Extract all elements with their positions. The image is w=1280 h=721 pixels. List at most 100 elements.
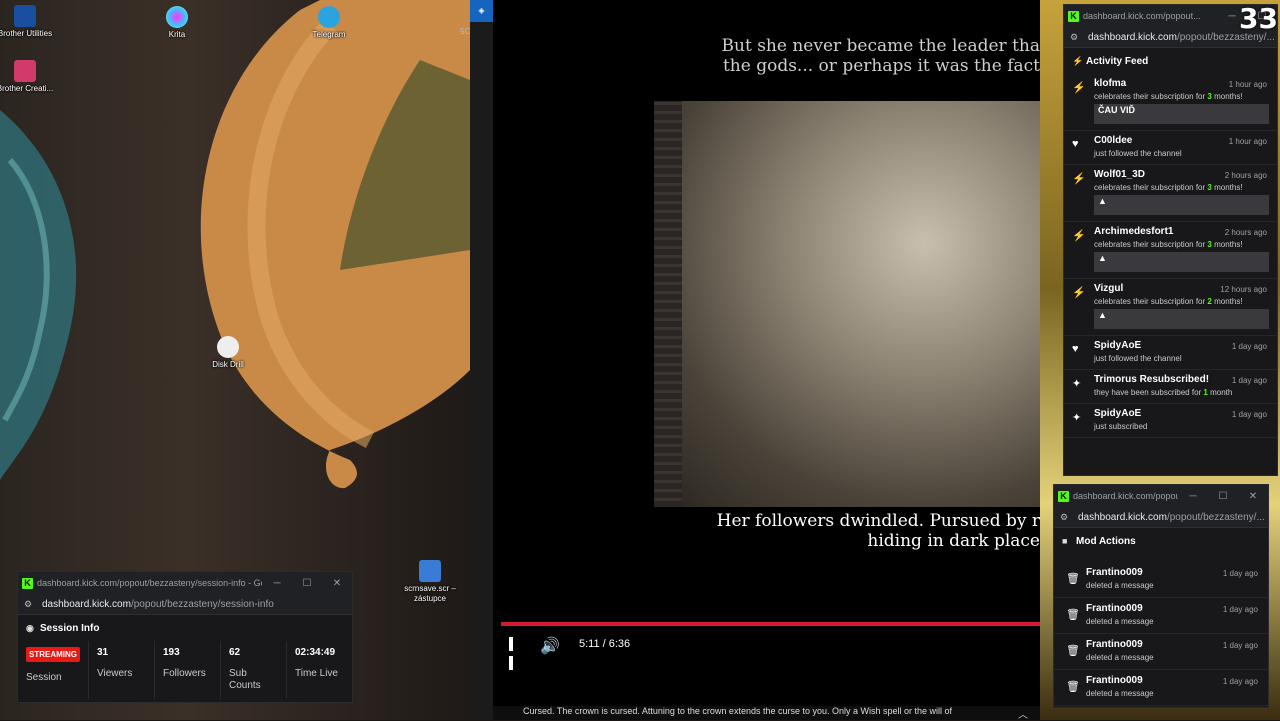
stat-value: 193 [163, 647, 180, 658]
site-settings-icon[interactable]: ⚙ [24, 599, 36, 610]
activity-description: they have been subscribed for 1 month [1094, 388, 1233, 397]
minimize-button[interactable]: ─ [262, 578, 292, 589]
telegram-icon [318, 6, 340, 28]
window-titlebar[interactable]: K dashboard.kick.com/popout... ─ ☐ ✕ [1054, 485, 1268, 507]
mod-action-item: 🗑 Frantino009 1 day ago deleted a message [1054, 670, 1268, 706]
sparkle-icon: ✦ [1072, 412, 1082, 424]
window-title: dashboard.kick.com/popout... [1073, 491, 1178, 501]
desktop-icon-label: Brother Creati... [0, 84, 54, 93]
heart-icon: ♥ [1072, 343, 1079, 355]
desktop-icon-label: Brother Utilities [0, 29, 53, 38]
activity-time: 2 hours ago [1224, 228, 1267, 237]
subscription-icon: ⚡ [1072, 173, 1086, 185]
window-titlebar[interactable]: K dashboard.kick.com/popout/bezzasteny/s… [18, 572, 352, 594]
counter-badge: 33 [1239, 2, 1278, 35]
stat-session: STREAMING Session [18, 641, 89, 699]
activity-description: just subscribed [1094, 422, 1148, 431]
brother-creative-icon [14, 60, 36, 82]
subtitle-line: But she never became the leader tha [721, 36, 1040, 56]
activity-description: celebrates their subscription for 3 mont… [1094, 240, 1243, 249]
panel-title: Mod Actions [1076, 535, 1136, 547]
kick-logo-icon: K [1058, 490, 1069, 502]
close-button[interactable]: ✕ [322, 578, 352, 589]
mod-time: 1 day ago [1222, 641, 1258, 650]
mod-action-item: 🗑 Frantino009 1 day ago deleted a message [1054, 562, 1268, 598]
kick-logo-icon: K [1068, 10, 1079, 22]
stat-label: Session [26, 672, 62, 683]
window-title: dashboard.kick.com/popout/bezzasteny/ses… [37, 578, 262, 588]
stat-value: 62 [229, 647, 241, 658]
url-bar[interactable]: ⚙ dashboard.kick.com/popout/bezzasteny/.… [1054, 507, 1268, 528]
activity-description: just followed the channel [1094, 149, 1182, 158]
maximize-button[interactable]: ☐ [1208, 491, 1238, 502]
activity-time: 12 hours ago [1220, 285, 1267, 294]
stat-label: Followers [163, 668, 206, 679]
activity-item: ✦ Trimorus Resubscribed! 1 day ago they hav… [1064, 370, 1277, 404]
activity-time: 1 day ago [1231, 376, 1267, 385]
stat-viewers: 31 Viewers [89, 641, 155, 699]
mod-time: 1 day ago [1222, 605, 1258, 614]
vscode-tab-icon[interactable]: ◈ [470, 0, 493, 22]
subscription-icon: ⚡ [1072, 287, 1086, 299]
site-settings-icon[interactable]: ⚙ [1060, 512, 1072, 523]
stat-value: 31 [97, 647, 109, 658]
activity-count: 2 [1207, 297, 1212, 306]
mod-actions-list: 🗑 Frantino009 1 day ago deleted a message 🗑 F… [1054, 562, 1268, 706]
subtitle-line: hiding in dark place [867, 531, 1040, 551]
close-button[interactable]: ✕ [1238, 491, 1268, 502]
progress-bar[interactable] [501, 622, 1040, 626]
activity-item: ⚡ klofma 1 hour ago celebrates their subscr… [1064, 74, 1277, 131]
activity-time: 1 day ago [1231, 342, 1267, 351]
mod-description: deleted a message [1086, 653, 1154, 662]
brother-utilities-shortcut[interactable]: Brother Utilities [0, 5, 55, 39]
page-text: Cursed. The crown is cursed. Attuning to… [523, 706, 953, 716]
activity-description: celebrates their subscription for 3 mont… [1094, 183, 1243, 192]
volume-icon[interactable]: 🔊 [540, 636, 560, 655]
desktop-icon-label: Telegram [312, 30, 346, 39]
mod-action-item: 🗑 Frantino009 1 day ago deleted a message [1054, 634, 1268, 670]
pause-button[interactable] [509, 637, 523, 670]
frame-border [654, 101, 682, 507]
activity-item: ✦ SpidyAoE 1 day ago just subscribed [1064, 404, 1277, 438]
video-frame [654, 101, 1040, 507]
krita-shortcut[interactable]: Krita [147, 6, 207, 40]
mod-time: 1 day ago [1222, 569, 1258, 578]
brother-creative-shortcut[interactable]: Brother Creati... [0, 60, 55, 94]
maximize-button[interactable]: ☐ [292, 578, 322, 589]
url-bar[interactable]: ⚙ dashboard.kick.com/popout/bezzasteny/s… [18, 594, 352, 615]
mod-description: deleted a message [1086, 689, 1154, 698]
mod-description: deleted a message [1086, 617, 1154, 626]
broadcast-icon: ◉ [26, 622, 34, 633]
disk-drill-icon [217, 336, 239, 358]
desktop-icon-label: scrnsave.scr – zástupce [404, 584, 456, 603]
activity-item: ♥ SpidyAoE 1 day ago just followed the chan… [1064, 336, 1277, 370]
chevron-up-icon[interactable]: ︿ [1018, 706, 1028, 721]
stat-label: Sub Counts [229, 668, 261, 691]
telegram-shortcut[interactable]: Telegram [299, 6, 359, 40]
panel-header: ◉ Session Info [18, 615, 352, 641]
site-settings-icon[interactable]: ⚙ [1070, 32, 1082, 43]
activity-time: 1 hour ago [1228, 80, 1267, 89]
mod-actions-window[interactable]: K dashboard.kick.com/popout... ─ ☐ ✕ ⚙ d… [1053, 484, 1269, 708]
mod-action-item: 🗑 Frantino009 1 day ago deleted a message [1054, 598, 1268, 634]
mod-description: deleted a message [1086, 581, 1154, 590]
session-info-window[interactable]: K dashboard.kick.com/popout/bezzasteny/s… [17, 571, 353, 703]
minimize-button[interactable]: ─ [1178, 491, 1208, 502]
kick-logo-icon: K [22, 577, 33, 589]
heart-icon: ♥ [1072, 138, 1079, 150]
activity-item: ♥ C00ldee 1 hour ago just followed the chan… [1064, 131, 1277, 165]
stat-label: Viewers [97, 668, 133, 679]
activity-time: 1 day ago [1231, 410, 1267, 419]
disk-drill-shortcut[interactable]: Disk Drill [198, 336, 258, 370]
brother-utilities-icon [14, 5, 36, 27]
session-stats: STREAMING Session 31 Viewers 193 Followe… [18, 641, 352, 699]
panel-title: Session Info [40, 622, 100, 634]
video-player[interactable]: But she never became the leader tha the … [493, 0, 1040, 706]
lightning-icon: ⚡ [1072, 55, 1084, 66]
subtitle-top: But she never became the leader tha the … [722, 36, 1040, 76]
activity-count: 1 [1203, 388, 1208, 397]
time-readout: 5:11 / 6:36 [579, 638, 631, 650]
mod-time: 1 day ago [1222, 677, 1258, 686]
activity-feed-window[interactable]: K dashboard.kick.com/popout... ─ ☐ ⚙ das… [1063, 4, 1278, 476]
scrnsave-shortcut[interactable]: scrnsave.scr – zástupce [400, 560, 460, 604]
